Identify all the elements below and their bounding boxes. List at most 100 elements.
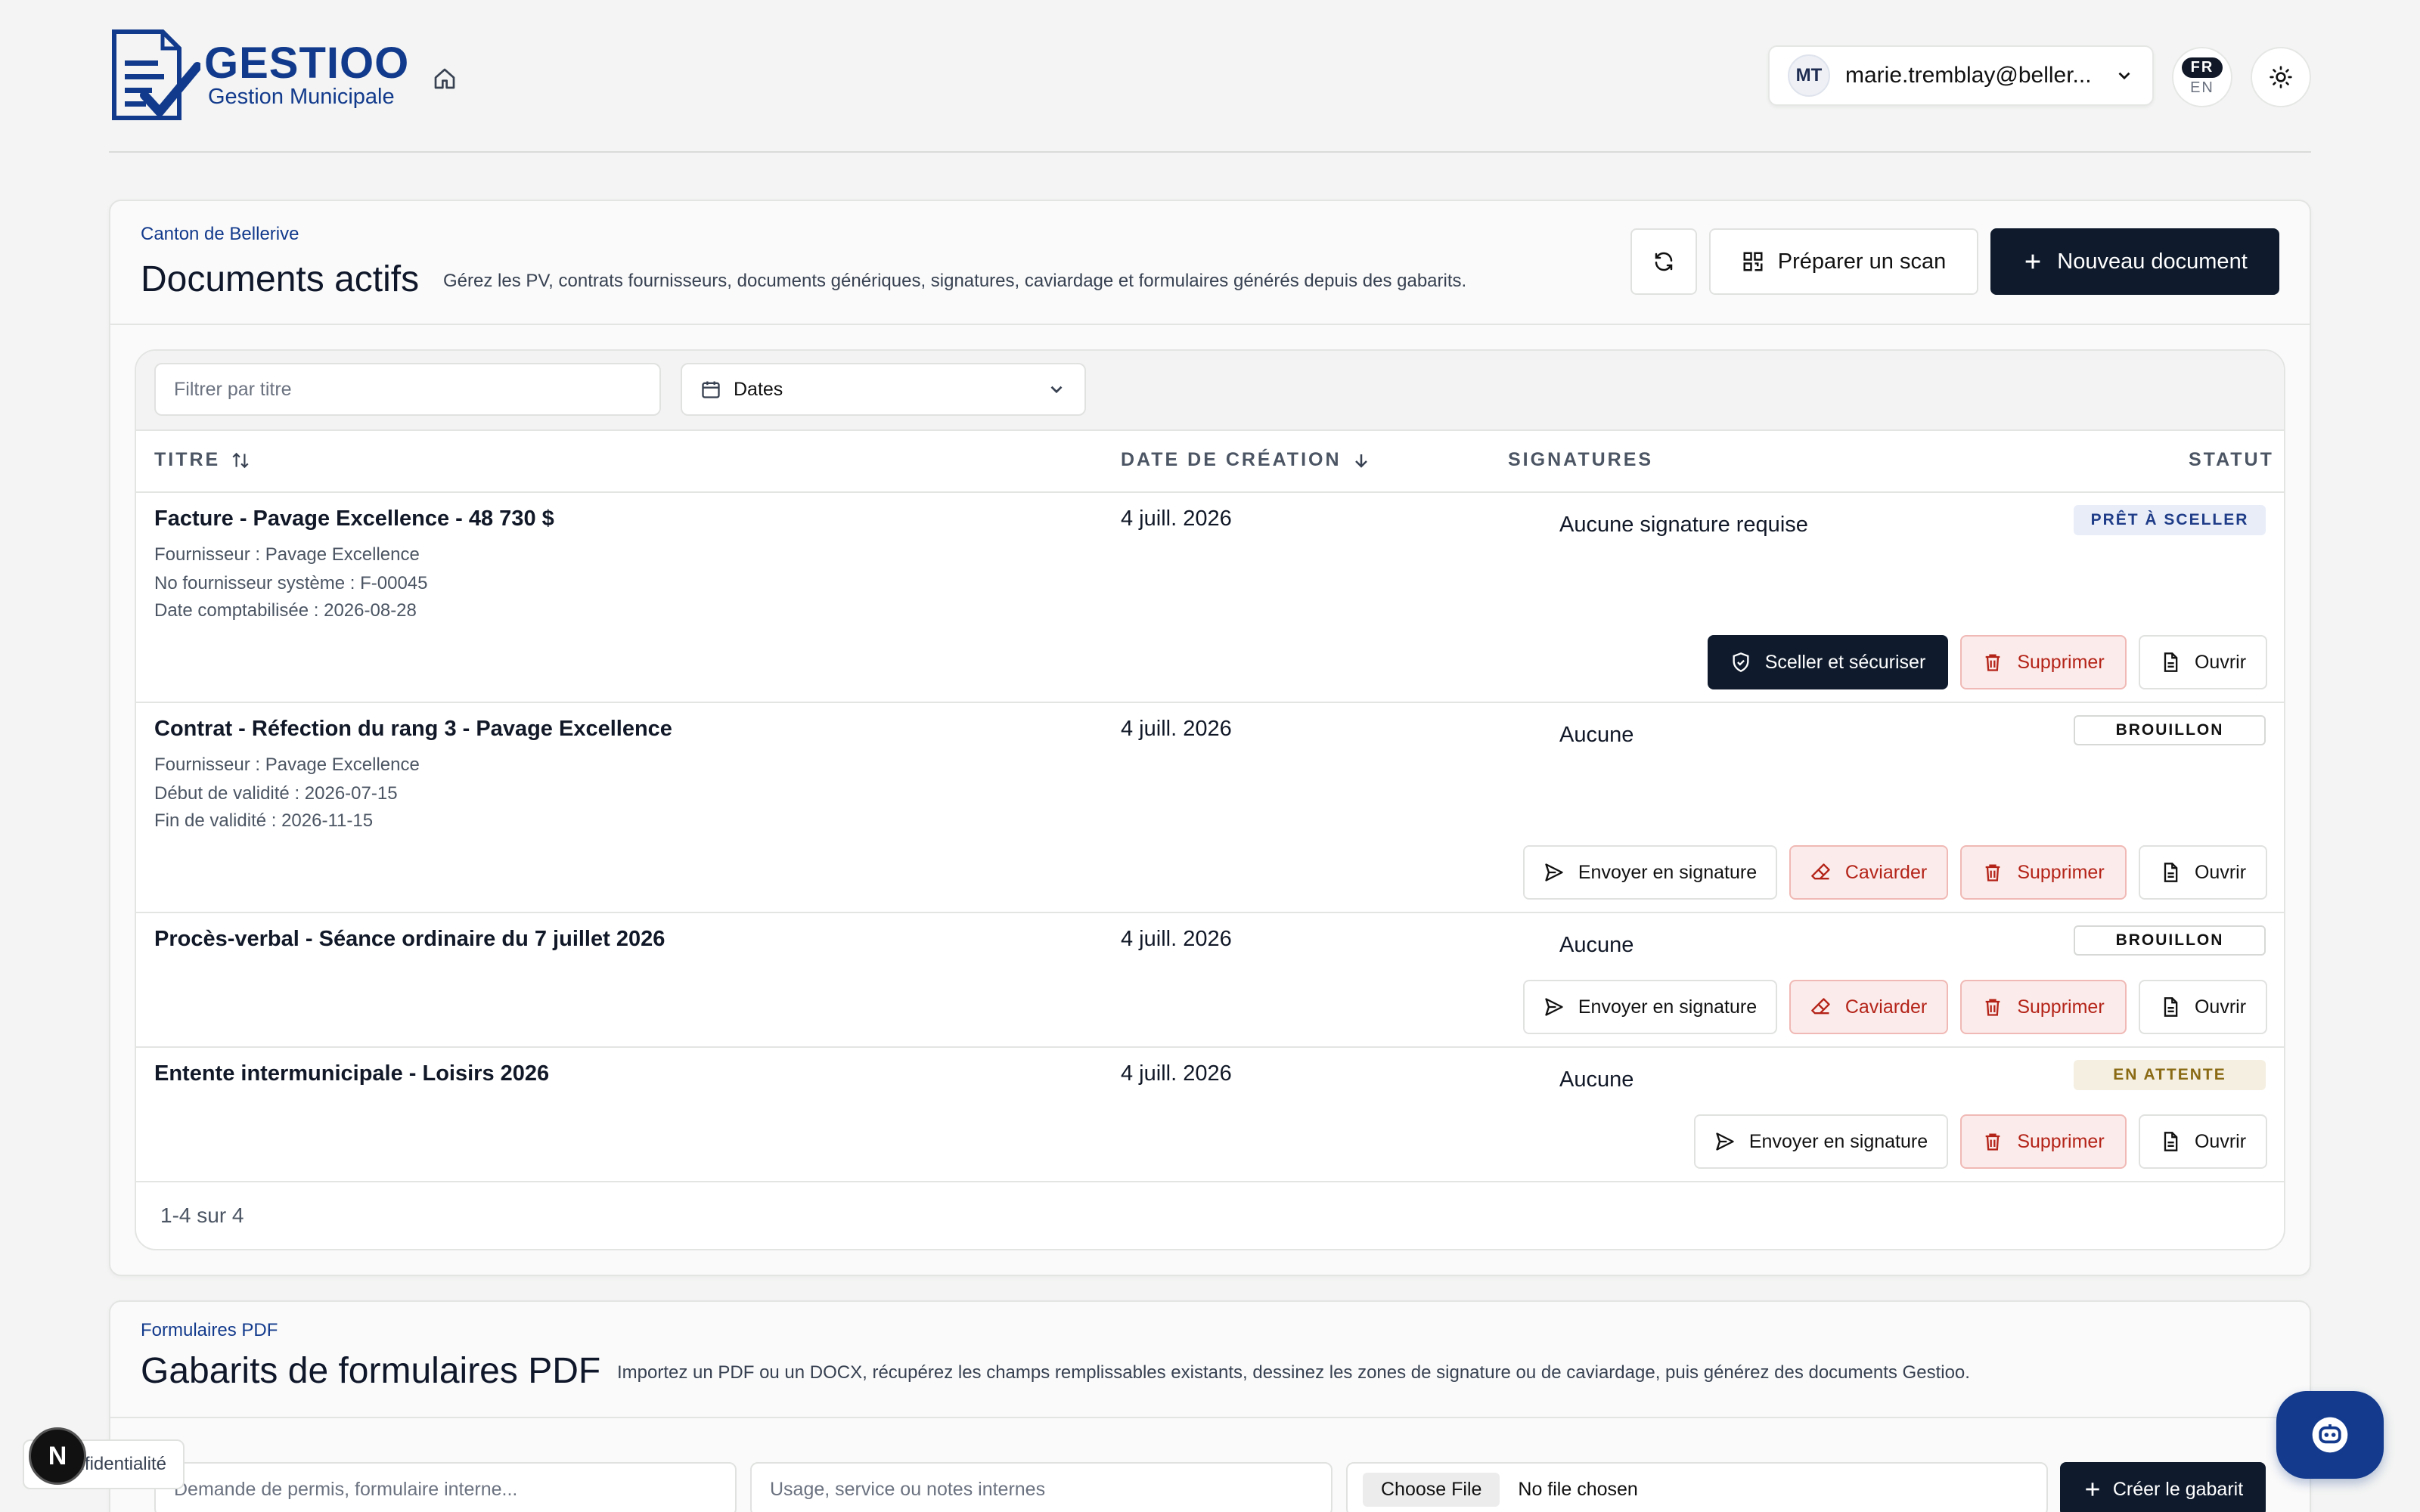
robot-icon bbox=[2309, 1414, 2351, 1456]
document-meta: Début de validité : 2026-07-15 bbox=[154, 783, 398, 804]
trash-icon bbox=[1982, 996, 2003, 1018]
row-divider bbox=[136, 912, 2284, 913]
document-title[interactable]: Contrat - Réfection du rang 3 - Pavage E… bbox=[154, 717, 672, 742]
row-divider bbox=[136, 1181, 2284, 1182]
delete-button[interactable]: Supprimer bbox=[1960, 845, 2127, 900]
documents-table: Filtrer par titre Dates TITRE DATE DE CR… bbox=[135, 349, 2285, 1250]
template-name-input[interactable]: Demande de permis, formulaire interne... bbox=[154, 1462, 737, 1512]
lang-fr: FR bbox=[2181, 57, 2223, 78]
document-date: 4 juill. 2026 bbox=[1121, 507, 1232, 531]
delete-button[interactable]: Supprimer bbox=[1960, 980, 2127, 1034]
delete-label: Supprimer bbox=[2017, 996, 2105, 1018]
dates-filter-select[interactable]: Dates bbox=[681, 363, 1086, 416]
title-filter-input[interactable]: Filtrer par titre bbox=[154, 363, 661, 416]
document-title[interactable]: Entente intermunicipale - Loisirs 2026 bbox=[154, 1061, 549, 1086]
forms-eyebrow: Formulaires PDF bbox=[141, 1320, 278, 1340]
user-email: marie.tremblay@beller... bbox=[1845, 63, 2092, 88]
document-icon bbox=[2160, 862, 2181, 883]
document-title[interactable]: Facture - Pavage Excellence - 48 730 $ bbox=[154, 507, 554, 531]
document-meta: Fournisseur : Pavage Excellence bbox=[154, 754, 420, 775]
eraser-icon bbox=[1810, 996, 1832, 1018]
status-badge: BROUILLON bbox=[2074, 715, 2266, 745]
document-date: 4 juill. 2026 bbox=[1121, 1061, 1232, 1086]
row-divider bbox=[136, 1046, 2284, 1048]
open-button[interactable]: Ouvrir bbox=[2139, 845, 2267, 900]
card-divider bbox=[110, 324, 2310, 325]
user-menu[interactable]: MT marie.tremblay@beller... bbox=[1768, 45, 2154, 106]
send-icon bbox=[1544, 862, 1565, 883]
create-template-label: Créer le gabarit bbox=[2112, 1478, 2244, 1500]
seal-button[interactable]: Sceller et sécuriser bbox=[1708, 635, 1948, 689]
send-signature-button[interactable]: Envoyer en signature bbox=[1523, 980, 1777, 1034]
dev-tools-button[interactable]: N bbox=[29, 1427, 86, 1485]
brand-name: GESTIOO bbox=[204, 39, 410, 88]
new-document-label: Nouveau document bbox=[2057, 249, 2248, 274]
send-signature-label: Envoyer en signature bbox=[1748, 1130, 1928, 1152]
avatar: MT bbox=[1788, 54, 1830, 97]
template-usage-input[interactable]: Usage, service ou notes internes bbox=[750, 1462, 1333, 1512]
redact-button[interactable]: Caviarder bbox=[1789, 980, 1948, 1034]
plus-icon bbox=[2022, 251, 2043, 272]
language-toggle[interactable]: FR EN bbox=[2172, 47, 2232, 107]
send-signature-button[interactable]: Envoyer en signature bbox=[1694, 1114, 1948, 1169]
send-signature-label: Envoyer en signature bbox=[1578, 996, 1758, 1018]
calendar-icon bbox=[700, 379, 721, 400]
column-header-title[interactable]: TITRE bbox=[154, 449, 250, 471]
document-title[interactable]: Procès-verbal - Séance ordinaire du 7 ju… bbox=[154, 927, 665, 952]
documents-description: Gérez les PV, contrats fournisseurs, doc… bbox=[443, 271, 1467, 291]
template-usage-placeholder: Usage, service ou notes internes bbox=[770, 1478, 1046, 1500]
template-name-placeholder: Demande de permis, formulaire interne... bbox=[174, 1478, 518, 1500]
seal-label: Sceller et sécuriser bbox=[1764, 651, 1926, 673]
dev-tools-label: N bbox=[48, 1441, 67, 1470]
redact-button[interactable]: Caviarder bbox=[1789, 845, 1948, 900]
shield-icon bbox=[1730, 652, 1751, 673]
prepare-scan-button[interactable]: Préparer un scan bbox=[1709, 228, 1978, 295]
row-divider bbox=[136, 491, 2284, 493]
arrow-down-icon bbox=[1352, 451, 1370, 469]
trash-icon bbox=[1982, 652, 2003, 673]
file-input[interactable]: Choose File No file chosen bbox=[1346, 1462, 2048, 1512]
document-signatures: Aucune bbox=[1559, 1067, 1634, 1092]
eraser-icon bbox=[1810, 862, 1832, 883]
forms-description: Importez un PDF ou un DOCX, récupérez le… bbox=[617, 1362, 1970, 1383]
page-title: Documents actifs bbox=[141, 259, 420, 299]
documents-eyebrow: Canton de Bellerive bbox=[141, 224, 299, 244]
document-icon bbox=[2160, 1131, 2181, 1152]
document-signatures: Aucune bbox=[1559, 933, 1634, 957]
send-icon bbox=[1544, 996, 1565, 1018]
delete-label: Supprimer bbox=[2017, 1130, 2105, 1152]
home-icon[interactable] bbox=[428, 62, 461, 95]
assistant-chat-button[interactable] bbox=[2276, 1391, 2384, 1479]
brand-subtitle: Gestion Municipale bbox=[208, 85, 395, 109]
send-signature-button[interactable]: Envoyer en signature bbox=[1523, 845, 1777, 900]
open-button[interactable]: Ouvrir bbox=[2139, 980, 2267, 1034]
dates-label: Dates bbox=[734, 378, 783, 400]
open-button[interactable]: Ouvrir bbox=[2139, 635, 2267, 689]
create-template-button[interactable]: Créer le gabarit bbox=[2060, 1462, 2266, 1512]
delete-button[interactable]: Supprimer bbox=[1960, 635, 2127, 689]
document-signatures: Aucune signature requise bbox=[1559, 513, 1808, 537]
trash-icon bbox=[1982, 862, 2003, 883]
column-created-label: DATE DE CRÉATION bbox=[1121, 449, 1342, 470]
delete-button[interactable]: Supprimer bbox=[1960, 1114, 2127, 1169]
theme-toggle-button[interactable] bbox=[2251, 47, 2311, 107]
trash-icon bbox=[1982, 1131, 2003, 1152]
open-button[interactable]: Ouvrir bbox=[2139, 1114, 2267, 1169]
plus-icon bbox=[2083, 1479, 2102, 1499]
delete-label: Supprimer bbox=[2017, 651, 2105, 673]
lang-en: EN bbox=[2190, 79, 2214, 96]
refresh-button[interactable] bbox=[1630, 228, 1697, 295]
logo-icon bbox=[110, 27, 200, 122]
new-document-button[interactable]: Nouveau document bbox=[1990, 228, 2279, 295]
document-icon bbox=[2160, 652, 2181, 673]
choose-file-button[interactable]: Choose File bbox=[1363, 1472, 1500, 1507]
document-meta: Fin de validité : 2026-11-15 bbox=[154, 810, 374, 831]
document-date: 4 juill. 2026 bbox=[1121, 927, 1232, 951]
redact-label: Caviarder bbox=[1844, 861, 1928, 883]
document-meta: No fournisseur système : F-00045 bbox=[154, 573, 428, 593]
pagination-info: 1-4 sur 4 bbox=[160, 1204, 244, 1227]
column-header-created[interactable]: DATE DE CRÉATION bbox=[1121, 449, 1370, 471]
document-signatures: Aucune bbox=[1559, 723, 1634, 747]
delete-label: Supprimer bbox=[2017, 861, 2105, 883]
redact-label: Caviarder bbox=[1844, 996, 1928, 1018]
